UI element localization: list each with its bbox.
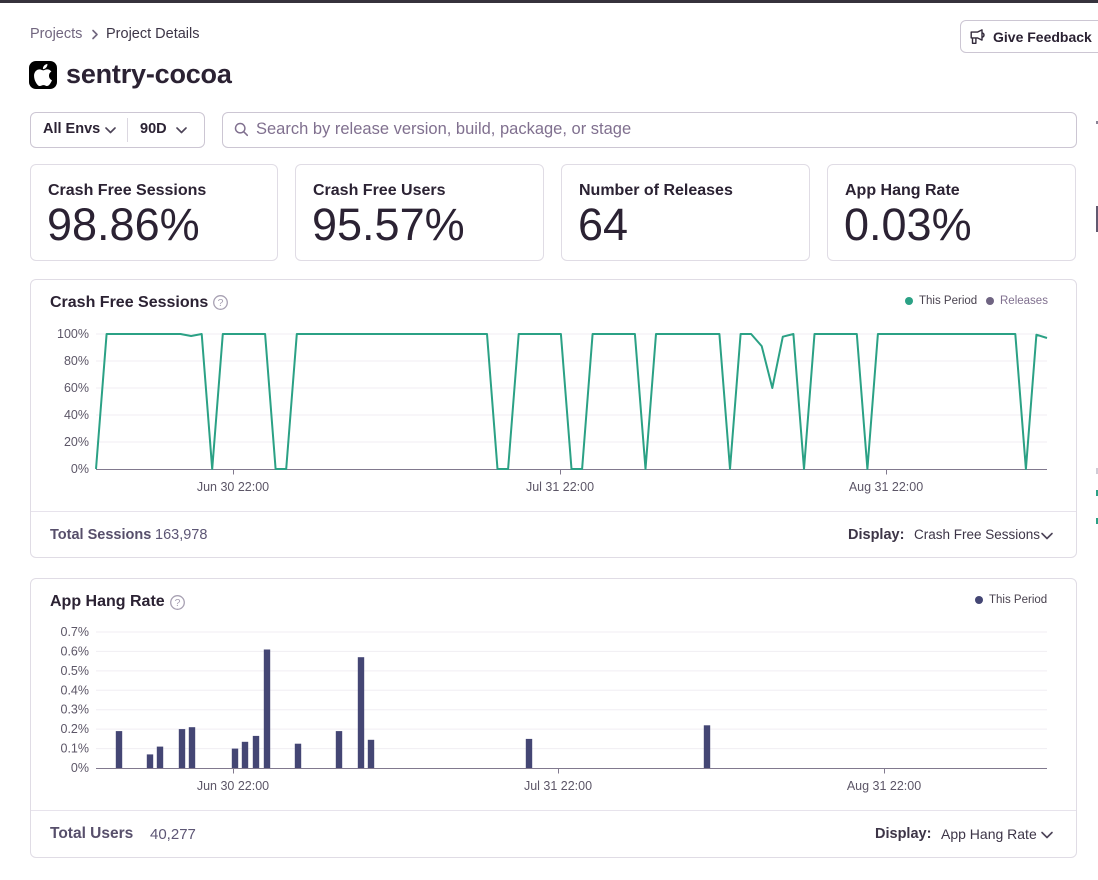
svg-text:0.1%: 0.1% [61,742,90,756]
svg-text:Aug 31 22:00: Aug 31 22:00 [849,480,923,494]
svg-text:100%: 100% [57,327,89,341]
svg-text:0.7%: 0.7% [61,625,90,639]
svg-text:?: ? [175,597,181,609]
svg-text:Jul 31 22:00: Jul 31 22:00 [524,779,592,793]
svg-text:0%: 0% [71,761,89,775]
svg-text:20%: 20% [64,435,89,449]
svg-text:40%: 40% [64,408,89,422]
svg-text:60%: 60% [64,381,89,395]
svg-text:0.6%: 0.6% [61,644,90,658]
svg-text:0.4%: 0.4% [61,683,90,697]
svg-text:0%: 0% [71,462,89,476]
svg-text:80%: 80% [64,354,89,368]
svg-text:?: ? [218,297,224,309]
svg-text:0.3%: 0.3% [61,703,90,717]
svg-text:Jun 30 22:00: Jun 30 22:00 [197,779,269,793]
svg-text:Jul 31 22:00: Jul 31 22:00 [526,480,594,494]
svg-text:0.5%: 0.5% [61,664,90,678]
svg-text:0.2%: 0.2% [61,722,90,736]
svg-text:Aug 31 22:00: Aug 31 22:00 [847,779,921,793]
svg-text:Jun 30 22:00: Jun 30 22:00 [197,480,269,494]
